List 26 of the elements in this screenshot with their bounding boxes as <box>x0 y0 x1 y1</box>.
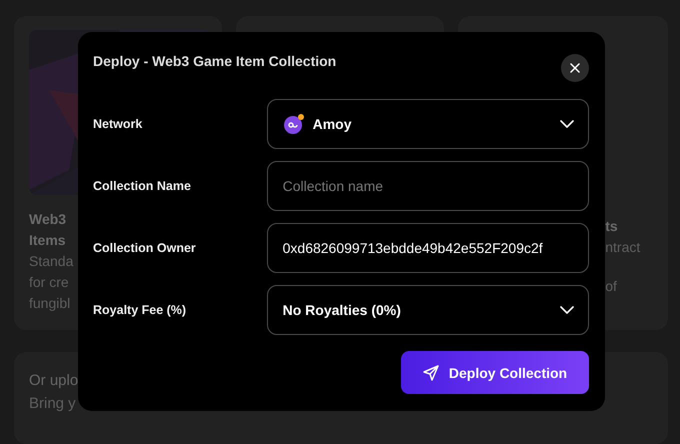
card-description: of <box>605 277 617 296</box>
upload-description: Bring y <box>29 394 76 414</box>
card-description: for cre <box>29 273 69 292</box>
card-description: Standa <box>29 252 74 271</box>
field-label: Collection Name <box>93 179 192 193</box>
chevron-icon <box>560 306 574 314</box>
card-description: ntract <box>605 238 640 257</box>
field-label: Royalty Fee (%) <box>93 303 188 317</box>
card-title: Web3 <box>29 210 66 229</box>
deploy-button[interactable]: Deploy Collection <box>401 351 589 394</box>
field-label: Collection Owner <box>93 241 197 255</box>
close-button[interactable] <box>561 54 589 82</box>
field-label: Network <box>93 117 144 131</box>
network-icon <box>282 113 305 135</box>
card-title: ts <box>605 217 618 236</box>
upload-title: Or uplo <box>29 371 78 391</box>
input-field[interactable]: 0xd6826099713ebdde49b42e552F209c2f <box>266 223 589 273</box>
card-title: Items <box>29 231 66 250</box>
card-description: fungibl <box>29 294 70 313</box>
network-select[interactable]: Amoy <box>266 99 589 149</box>
input-field[interactable]: Collection name <box>266 161 589 211</box>
dialog-title: Deploy - Web3 Game Item Collection <box>93 53 336 69</box>
royalty-select[interactable]: No Royalties (0%) <box>266 285 589 335</box>
send-icon <box>422 364 439 380</box>
close-icon <box>570 63 580 73</box>
chevron-icon <box>560 120 574 128</box>
